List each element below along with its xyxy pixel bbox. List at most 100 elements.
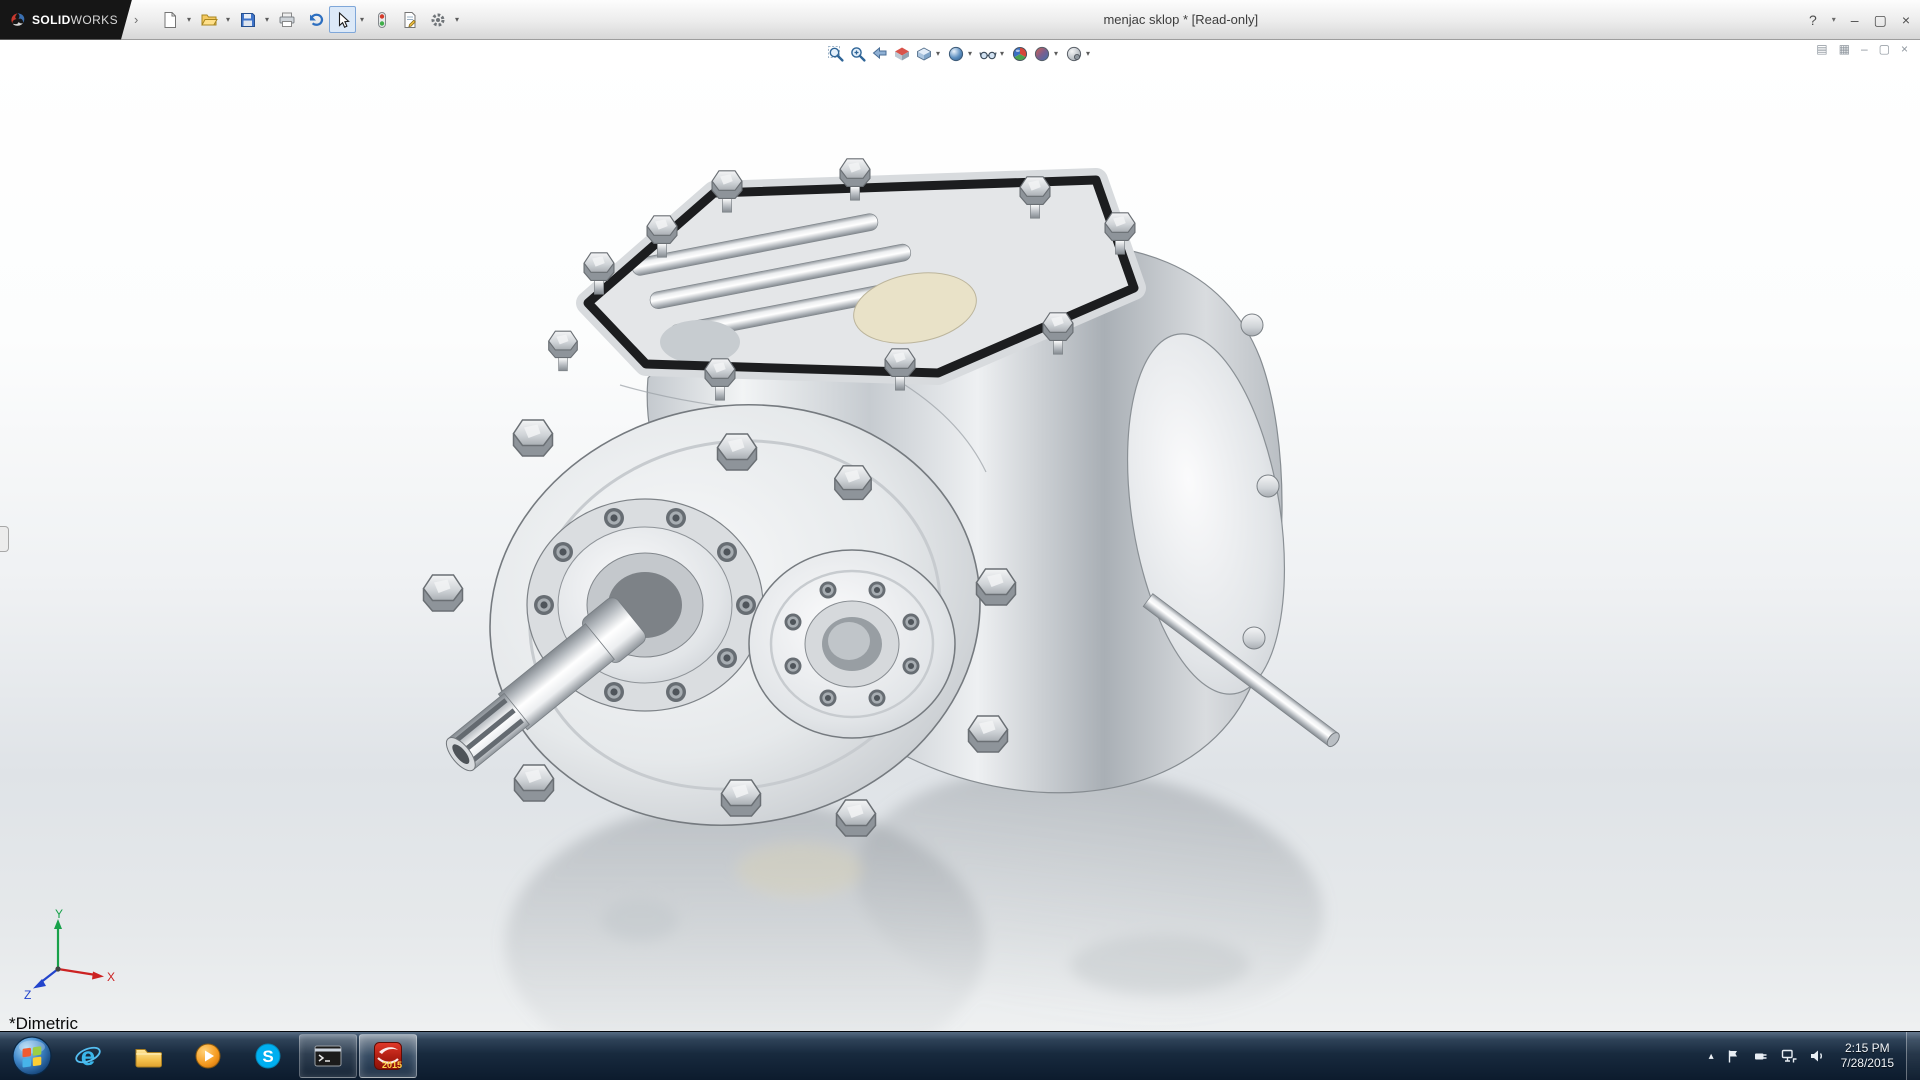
options-button[interactable]	[424, 6, 451, 33]
doc-close-button[interactable]: ×	[1901, 43, 1908, 55]
window-title: menjac sklop * [Read-only]	[1103, 12, 1258, 27]
featuremanager-flyout-tab[interactable]	[0, 526, 9, 552]
view-orientation-label: *Dimetric	[9, 1014, 78, 1031]
rebuild-button[interactable]	[368, 6, 395, 33]
action-center-flag-icon[interactable]	[1726, 1049, 1741, 1064]
view-settings-icon	[1065, 45, 1083, 63]
view-orientation-cube-icon	[915, 45, 933, 63]
dropdown-caret[interactable]: ▾	[262, 16, 272, 24]
skype-icon: S	[253, 1041, 283, 1071]
internet-explorer-icon: e	[73, 1041, 103, 1071]
dropdown-caret[interactable]: ▾	[184, 16, 194, 24]
new-document-button[interactable]	[156, 6, 183, 33]
open-folder-icon	[200, 11, 218, 29]
display-style-icon	[947, 45, 965, 63]
orientation-triad: Y X Z	[22, 909, 118, 1001]
folder-icon	[133, 1041, 163, 1071]
titlebar: SOLIDWORKS › ▾ ▾ ▾ ▾	[0, 0, 1920, 40]
zoom-to-fit-button[interactable]	[826, 43, 846, 65]
standard-toolbar: ▾ ▾ ▾ ▾	[156, 6, 462, 33]
edit-appearance-button[interactable]	[1010, 43, 1030, 65]
save-button[interactable]	[234, 6, 261, 33]
ie-e-glyph: e	[81, 1041, 95, 1071]
rebuild-traffic-light-icon	[373, 11, 391, 29]
solidworks-app-icon: 2015	[372, 1040, 404, 1072]
volume-icon[interactable]	[1809, 1048, 1825, 1064]
dropdown-caret[interactable]: ▾	[933, 50, 943, 58]
view-orientation-button[interactable]: ▾	[914, 43, 944, 65]
network-icon[interactable]	[1781, 1048, 1797, 1064]
options-gear-icon	[429, 11, 447, 29]
file-properties-button[interactable]	[396, 6, 423, 33]
heads-up-view-toolbar: ▾ ▾ ▾ ▾ ▾	[826, 42, 1094, 66]
zoom-to-area-button[interactable]	[848, 43, 868, 65]
hide-show-items-button[interactable]: ▾	[978, 43, 1008, 65]
right-flange[interactable]	[749, 550, 955, 738]
taskbar-item-windows-explorer[interactable]	[119, 1034, 177, 1078]
dropdown-caret[interactable]: ▾	[452, 16, 462, 24]
apply-scene-icon	[1033, 45, 1051, 63]
dropdown-caret[interactable]: ▾	[965, 50, 975, 58]
save-icon	[239, 11, 257, 29]
new-document-icon	[161, 11, 179, 29]
windows-taskbar: e S	[0, 1031, 1920, 1080]
pane-layout-button[interactable]: ▤	[1816, 43, 1827, 55]
dropdown-caret[interactable]: ▾	[357, 16, 367, 24]
dropdown-caret[interactable]: ▾	[223, 16, 233, 24]
select-cursor-icon	[334, 11, 352, 29]
view-settings-button[interactable]: ▾	[1064, 43, 1094, 65]
dropdown-caret[interactable]: ▾	[997, 50, 1007, 58]
remove-hardware-icon[interactable]	[1753, 1048, 1769, 1064]
triad-z-label: Z	[24, 988, 31, 1001]
brand-name: SOLIDWORKS	[32, 13, 118, 27]
triad-y-label: Y	[55, 909, 63, 921]
solidworks-logo[interactable]: SOLIDWORKS	[0, 0, 132, 40]
print-icon	[278, 11, 296, 29]
tray-date: 7/28/2015	[1841, 1056, 1894, 1071]
taskbar-item-solidworks[interactable]: 2015	[359, 1034, 417, 1078]
system-tray: ▴ 2:15 PM 7/28/2015	[1709, 1041, 1906, 1071]
solidworks-year-badge: 2015	[382, 1060, 402, 1070]
doc-restore-button[interactable]: ▢	[1879, 43, 1890, 55]
dropdown-caret[interactable]: ▾	[1083, 50, 1093, 58]
taskbar-item-command-prompt[interactable]	[299, 1034, 357, 1078]
undo-icon	[306, 11, 324, 29]
select-button[interactable]	[329, 6, 356, 33]
start-button[interactable]	[6, 1032, 58, 1080]
pane-split-button[interactable]: ▦	[1839, 43, 1850, 55]
display-style-button[interactable]: ▾	[946, 43, 976, 65]
minimize-button[interactable]: –	[1851, 13, 1859, 27]
apply-scene-button[interactable]: ▾	[1032, 43, 1062, 65]
dropdown-caret[interactable]: ▾	[1051, 50, 1061, 58]
previous-view-icon	[871, 45, 889, 63]
previous-view-button[interactable]	[870, 43, 890, 65]
restore-button[interactable]: ▢	[1874, 13, 1887, 27]
tray-clock[interactable]: 2:15 PM 7/28/2015	[1837, 1041, 1898, 1071]
taskbar-item-skype[interactable]: S	[239, 1034, 297, 1078]
doc-minimize-button[interactable]: –	[1861, 43, 1868, 55]
print-button[interactable]	[273, 6, 300, 33]
zoom-to-fit-icon	[827, 45, 845, 63]
section-view-button[interactable]	[892, 43, 912, 65]
close-button[interactable]: ×	[1902, 13, 1910, 27]
help-dropdown-caret[interactable]: ▾	[1832, 16, 1836, 24]
zoom-to-area-icon	[849, 45, 867, 63]
document-window-controls: ▤ ▦ – ▢ ×	[1816, 43, 1908, 55]
skype-s-glyph: S	[262, 1047, 273, 1066]
open-button[interactable]	[195, 6, 222, 33]
help-button[interactable]: ?	[1809, 13, 1817, 27]
edit-appearance-icon	[1011, 45, 1029, 63]
window-controls: ? ▾ – ▢ ×	[1809, 0, 1910, 40]
taskbar-item-windows-media-player[interactable]	[179, 1034, 237, 1078]
brand-expand-arrow[interactable]: ›	[134, 12, 144, 27]
file-properties-icon	[401, 11, 419, 29]
media-player-icon	[193, 1041, 223, 1071]
taskbar-item-internet-explorer[interactable]: e	[59, 1034, 117, 1078]
show-desktop-button[interactable]	[1906, 1032, 1920, 1081]
gearbox-assembly-model[interactable]	[0, 40, 1920, 1031]
tray-expand-button[interactable]: ▴	[1709, 1051, 1714, 1062]
undo-button[interactable]	[301, 6, 328, 33]
section-view-icon	[893, 45, 911, 63]
graphics-area[interactable]: ▾ ▾ ▾ ▾ ▾ ▤ ▦	[0, 40, 1920, 1031]
triad-x-label: X	[107, 970, 115, 984]
